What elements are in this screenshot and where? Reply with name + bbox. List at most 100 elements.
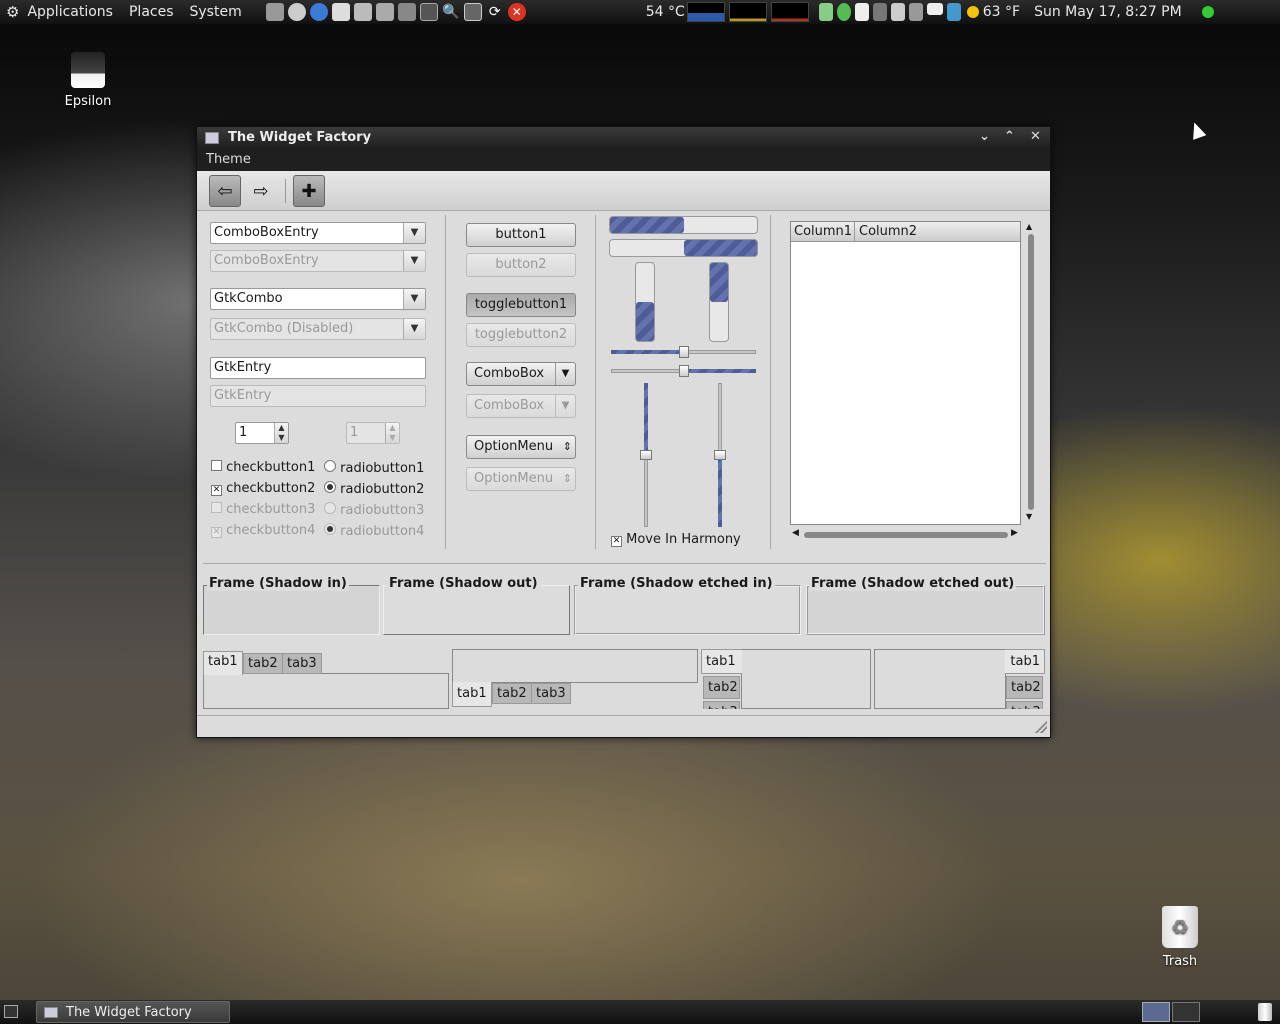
scrollbar-thumb[interactable]	[804, 532, 1008, 538]
bird-launcher-icon[interactable]	[375, 3, 394, 21]
theme-menu[interactable]: Theme	[206, 152, 251, 167]
tab-tab3[interactable]: tab3	[1006, 701, 1043, 709]
editor-launcher-icon[interactable]	[331, 3, 350, 21]
radiobutton-row-1[interactable]: radiobutton1	[324, 460, 424, 476]
music-tray-icon[interactable]	[818, 3, 833, 21]
tab-tab3[interactable]: tab3	[703, 701, 740, 709]
checkbutton-row-1[interactable]: checkbutton1	[211, 460, 315, 475]
scale-vertical-2[interactable]	[714, 383, 726, 527]
scale-knob[interactable]	[714, 450, 726, 460]
scroll-left-icon[interactable]: ◀	[792, 528, 799, 538]
taskbar-button-widget-factory[interactable]: The Widget Factory	[36, 1001, 230, 1023]
media-launcher-icon[interactable]	[397, 3, 416, 21]
minimize-icon[interactable]: ⌄	[979, 129, 990, 144]
togglebutton1[interactable]: togglebutton1	[466, 293, 576, 317]
option-menu[interactable]: OptionMenu ⇕	[466, 435, 576, 459]
move-in-harmony-check[interactable]: ✕ Move In Harmony	[611, 532, 741, 547]
refresh-launcher-icon[interactable]: ⟳	[486, 3, 504, 21]
shutdown-launcher-icon[interactable]: ✕	[507, 3, 526, 21]
scroll-right-icon[interactable]: ▶	[1011, 528, 1018, 538]
button1[interactable]: button1	[466, 223, 576, 247]
scale-horizontal-2[interactable]	[611, 365, 756, 377]
checkbox[interactable]	[211, 460, 222, 471]
tree-view[interactable]: Column1 Column2	[790, 221, 1021, 525]
settings-launcher-icon[interactable]	[265, 3, 284, 21]
chevron-down-icon[interactable]: ▼	[403, 289, 425, 309]
checkbutton-row-2[interactable]: ✕ checkbutton2	[211, 481, 315, 496]
notebook-tabs-right: tab1 tab2 tab3	[874, 649, 1045, 709]
tab-tab3[interactable]: tab3	[531, 683, 571, 704]
terminal-launcher-icon[interactable]	[419, 3, 438, 21]
gear-tray-icon[interactable]	[890, 3, 905, 21]
horizontal-scrollbar[interactable]: ◀ ▶	[792, 528, 1020, 540]
resize-grip-icon[interactable]	[1035, 721, 1047, 733]
window-icon[interactable]	[205, 132, 219, 144]
spin-arrows-icon[interactable]: ▲ ▼	[274, 423, 288, 443]
gtk-entry[interactable]: GtkEntry	[210, 357, 426, 379]
scale-knob[interactable]	[678, 346, 689, 358]
workspace-1[interactable]	[1142, 1002, 1170, 1022]
vertical-scrollbar[interactable]: ▲ ▼	[1026, 222, 1036, 524]
places-menu[interactable]: Places	[121, 0, 182, 24]
trash-applet-icon[interactable]	[1258, 1003, 1272, 1021]
network-tray-icon[interactable]	[836, 3, 851, 21]
gnome-foot-icon[interactable]: ⚙	[6, 3, 19, 21]
system-menu[interactable]: System	[182, 0, 250, 24]
tab-tab2[interactable]: tab2	[1006, 676, 1043, 699]
radiobutton-row-2[interactable]: radiobutton2	[324, 481, 424, 497]
frame-label: Frame (Shadow etched in)	[578, 576, 775, 591]
battery-tray-icon[interactable]	[908, 3, 923, 21]
updown-arrows-icon: ⇕	[562, 440, 572, 453]
chevron-down-icon[interactable]: ▼	[403, 223, 425, 243]
search-launcher-icon[interactable]: 🔍	[442, 3, 460, 21]
tab-tab1[interactable]: tab1	[452, 682, 492, 707]
download-tray-icon[interactable]	[946, 3, 961, 21]
screenshot-launcher-icon[interactable]	[463, 3, 482, 21]
tab-tab2[interactable]: tab2	[243, 653, 283, 674]
tab-tab1[interactable]: tab1	[701, 649, 742, 674]
clock[interactable]: Sun May 17, 8:27 PM	[1034, 4, 1182, 20]
tab-tab2[interactable]: tab2	[492, 683, 532, 704]
column2-header[interactable]: Column2	[859, 224, 917, 239]
desktop-icon-epsilon[interactable]: Epsilon	[58, 52, 118, 109]
scroll-down-icon[interactable]: ▼	[1026, 512, 1032, 521]
scale-knob[interactable]	[678, 365, 689, 377]
browser-launcher-icon[interactable]	[309, 3, 328, 21]
wifi-tray-icon[interactable]	[872, 3, 887, 21]
scale-horizontal-1[interactable]	[611, 346, 756, 358]
combobox[interactable]: ComboBox ▼	[466, 362, 576, 386]
scrollbar-thumb[interactable]	[1028, 234, 1034, 510]
clipboard-tray-icon[interactable]	[854, 3, 869, 21]
scale-vertical-1[interactable]	[640, 383, 652, 527]
show-desktop-icon[interactable]	[4, 1005, 18, 1018]
tab-tab3[interactable]: tab3	[282, 653, 322, 674]
spin-button[interactable]: 1 ▲ ▼	[235, 422, 289, 444]
pen-launcher-icon[interactable]	[353, 3, 372, 21]
tab-tab1[interactable]: tab1	[203, 651, 243, 675]
back-button[interactable]: ⇦	[209, 175, 241, 207]
maximize-icon[interactable]: ⌃	[1004, 129, 1015, 144]
spin-arrows-icon: ▲ ▼	[385, 423, 399, 443]
mail-tray-icon[interactable]	[926, 3, 943, 15]
add-button[interactable]: ✚	[293, 175, 325, 207]
scroll-up-icon[interactable]: ▲	[1026, 222, 1032, 231]
radio[interactable]	[324, 460, 336, 472]
tab-tab1[interactable]: tab1	[1005, 649, 1045, 674]
column1-header[interactable]: Column1	[794, 224, 852, 239]
window-titlebar[interactable]: The Widget Factory ⌄ ⌃ ✕	[197, 127, 1050, 149]
close-icon[interactable]: ✕	[1030, 129, 1041, 144]
forward-button[interactable]: ⇨	[245, 175, 277, 207]
applications-menu[interactable]: Applications	[19, 0, 121, 24]
workspace-2[interactable]	[1172, 1002, 1200, 1022]
progress-bar-horizontal-1	[609, 216, 758, 234]
checkbox-checked[interactable]: ✕	[211, 485, 222, 496]
checkbox-checked[interactable]: ✕	[611, 536, 622, 547]
gtk-combo[interactable]: GtkCombo ▼	[210, 288, 426, 310]
user-status-icon[interactable]	[1201, 6, 1214, 18]
tab-tab2[interactable]: tab2	[703, 676, 740, 699]
combo-box-entry[interactable]: ComboBoxEntry ▼	[210, 222, 426, 244]
scale-knob[interactable]	[640, 450, 652, 460]
gimp-launcher-icon[interactable]	[287, 3, 306, 21]
radio-selected[interactable]	[324, 481, 336, 493]
desktop-icon-trash[interactable]: ♻ Trash	[1150, 906, 1210, 969]
